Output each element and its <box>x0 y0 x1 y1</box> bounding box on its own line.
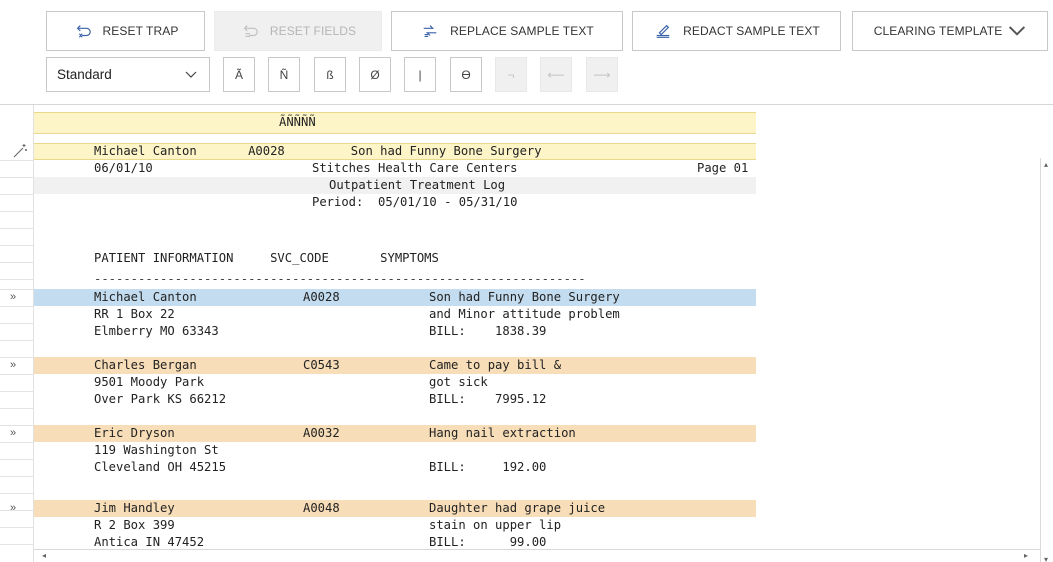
char-eszett-button[interactable]: ß <box>314 57 346 92</box>
record-address: RR 1 Box 22 <box>94 307 175 321</box>
record-symptom: got sick <box>429 375 488 389</box>
record-name: Michael Canton <box>94 290 197 304</box>
encoding-select[interactable]: Standard <box>46 57 210 92</box>
trap-header-text: ÃÑÑÑÑ <box>279 115 316 129</box>
chevron-down-icon <box>185 71 197 78</box>
row-selector-icon[interactable]: » <box>10 427 16 439</box>
record-symptom: Daughter had grape juice <box>429 501 606 515</box>
record-bill: BILL: 1838.39 <box>429 324 547 338</box>
replace-sample-text-button[interactable]: REPLACE SAMPLE TEXT <box>391 11 623 51</box>
reset-trap-icon <box>73 21 93 41</box>
report-period: Period: 05/01/10 - 05/31/10 <box>312 195 518 209</box>
record-address: Over Park KS 66212 <box>94 392 227 406</box>
scroll-down-icon[interactable]: ▾ <box>1044 555 1048 562</box>
record-symptom: Hang nail extraction <box>429 426 576 440</box>
horizontal-scrollbar[interactable]: ◂ ▸ <box>34 549 1040 562</box>
redact-icon <box>653 21 673 41</box>
char-a-tilde-button[interactable]: Ã <box>223 57 255 92</box>
encoding-value: Standard <box>57 67 112 82</box>
clearing-template-label: CLEARING TEMPLATE <box>873 24 1003 38</box>
reset-fields-button[interactable]: RESET FIELDS <box>214 11 382 51</box>
record-address: R 2 Box 399 <box>94 518 175 532</box>
reset-fields-label: RESET FIELDS <box>269 24 357 38</box>
scroll-up-icon[interactable]: ▴ <box>1044 160 1048 169</box>
record-name: Jim Handley <box>94 501 175 515</box>
record-bill: BILL: 192.00 <box>429 460 547 474</box>
record-code: A0032 <box>303 426 340 440</box>
record-code: C0543 <box>303 358 340 372</box>
report-subtitle: Outpatient Treatment Log <box>329 178 506 192</box>
char-right-arrow-button[interactable]: ⟶ <box>586 57 618 92</box>
redact-sample-text-button[interactable]: REDACT SAMPLE TEXT <box>632 11 841 51</box>
record-bill: BILL: 7995.12 <box>429 392 547 406</box>
record-symptom: Son had Funny Bone Surgery <box>429 290 620 304</box>
trap-sample-text: Michael Canton A0028 Son had Funny Bone … <box>94 144 542 158</box>
report-date: 06/01/10 <box>94 161 153 175</box>
report-grid[interactable]: » » » » ÃÑÑÑÑ Michael Canton A0028 Son h… <box>0 105 1053 562</box>
char-o-slash-button[interactable]: Ø <box>359 57 391 92</box>
reset-fields-icon <box>240 21 260 41</box>
record-code: A0028 <box>303 290 340 304</box>
row-selector-icon[interactable]: » <box>10 502 16 514</box>
trap-header-row <box>34 112 756 134</box>
column-separator: ----------------------------------------… <box>94 272 586 286</box>
toolbar: RESET TRAP RESET FIELDS REPLACE SAMPLE T… <box>0 0 1053 104</box>
vertical-scrollbar[interactable]: ▴ ▾ <box>1040 158 1053 562</box>
column-headers: PATIENT INFORMATION SVC_CODE SYMPTOMS <box>94 251 439 265</box>
char-left-arrow-button[interactable]: ⟵ <box>540 57 572 92</box>
char-pipe-button[interactable]: | <box>404 57 436 92</box>
record-address: 9501 Moody Park <box>94 375 205 389</box>
replace-icon <box>420 21 440 41</box>
redact-sample-label: REDACT SAMPLE TEXT <box>683 24 820 38</box>
replace-sample-label: REPLACE SAMPLE TEXT <box>450 24 594 38</box>
record-symptom: Came to pay bill & <box>429 358 562 372</box>
clearing-template-dropdown[interactable]: CLEARING TEMPLATE <box>852 11 1048 51</box>
char-not-button[interactable]: ¬ <box>495 57 527 92</box>
record-address: Cleveland OH 45215 <box>94 460 227 474</box>
report-page: Page 01 <box>697 161 749 175</box>
record-name: Charles Bergan <box>94 358 197 372</box>
scroll-right-icon[interactable]: ▸ <box>1024 551 1028 560</box>
row-selector-icon[interactable]: » <box>10 359 16 371</box>
scroll-left-icon[interactable]: ◂ <box>42 551 46 560</box>
record-address: Elmberry MO 63343 <box>94 324 219 338</box>
magic-wand-icon[interactable] <box>12 143 28 159</box>
record-name: Eric Dryson <box>94 426 175 440</box>
char-n-tilde-button[interactable]: Ñ <box>268 57 300 92</box>
record-address: 119 Washington St <box>94 443 219 457</box>
reset-trap-label: RESET TRAP <box>102 24 179 38</box>
record-symptom: and Minor attitude problem <box>429 307 620 321</box>
row-gutter <box>0 105 34 562</box>
row-selector-icon[interactable]: » <box>10 291 16 303</box>
char-theta-button[interactable]: ϴ <box>450 57 482 92</box>
record-symptom: stain on upper lip <box>429 518 562 532</box>
record-code: A0048 <box>303 501 340 515</box>
chevron-down-icon <box>1008 22 1026 40</box>
reset-trap-button[interactable]: RESET TRAP <box>46 11 205 51</box>
report-title: Stitches Health Care Centers <box>312 161 518 175</box>
